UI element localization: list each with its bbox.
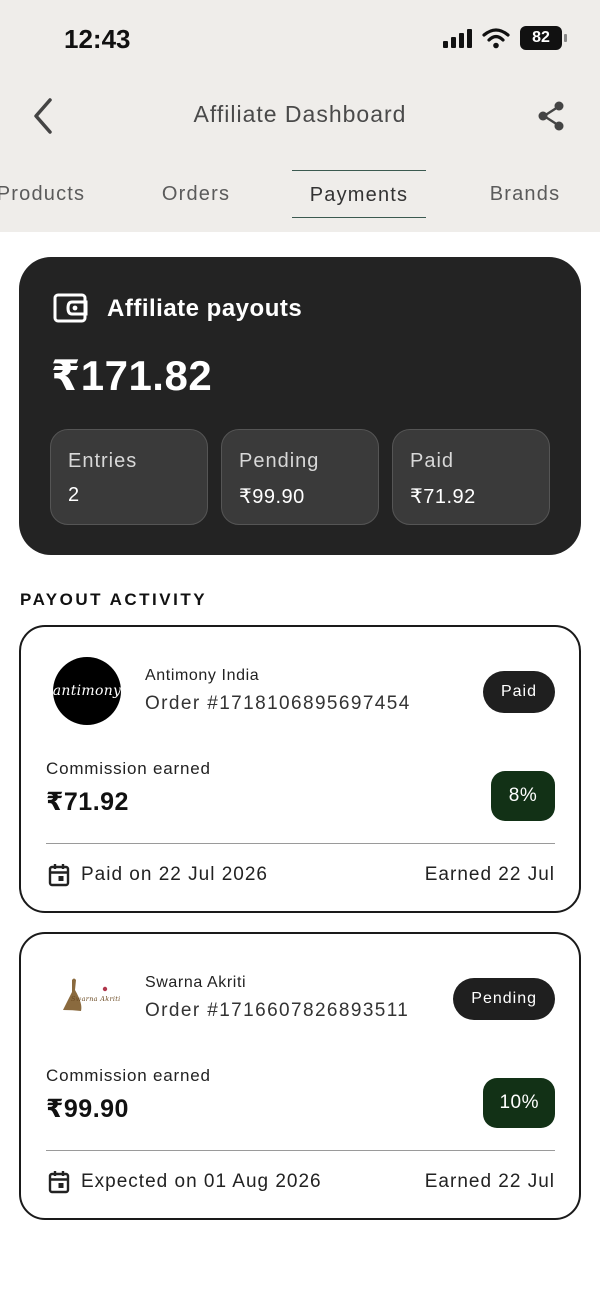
divider [46, 1150, 555, 1151]
commission-percent-badge: 10% [483, 1078, 555, 1128]
order-id: Order #1716607826893511 [145, 1000, 410, 1021]
brand-name: Antimony India [145, 667, 260, 684]
commission-value: ₹99.90 [46, 1095, 129, 1123]
payout-summary-card: Affiliate payouts ₹171.82 Entries 2 Pend… [19, 257, 581, 555]
battery-indicator: 82 [520, 26, 567, 50]
payout-activity-card[interactable]: antimony Antimony India Order #171810689… [19, 625, 581, 913]
status-icons: 82 [442, 26, 567, 50]
stat-pending: Pending ₹99.90 [221, 429, 379, 525]
brand-logo-text: antimony [53, 683, 121, 699]
tab-payments[interactable]: Payments [292, 170, 426, 218]
stat-value: ₹71.92 [410, 486, 476, 508]
cell-signal-icon [443, 29, 472, 48]
stat-label: Pending [239, 450, 320, 472]
payout-total: ₹171.82 [51, 352, 213, 399]
brand-logo-swarna-akriti: Swarna Akriti [53, 964, 121, 1032]
stat-value: ₹99.90 [239, 486, 305, 508]
commission-label: Commission earned [46, 759, 211, 778]
page-title: Affiliate Dashboard [193, 101, 407, 127]
tab-brands[interactable]: Brands [478, 170, 572, 218]
calendar-icon [48, 1171, 70, 1194]
tab-bar: Products Orders Payments Brands [0, 170, 600, 220]
stat-label: Paid [410, 450, 455, 472]
order-id: Order #1718106895697454 [145, 693, 411, 714]
brand-logo-antimony: antimony [53, 657, 121, 725]
payout-date: Expected on 01 Aug 2026 [81, 1171, 322, 1192]
payout-activity-card[interactable]: Swarna Akriti Swarna Akriti Order #17166… [19, 932, 581, 1220]
status-badge: Paid [482, 671, 555, 713]
calendar-icon [48, 864, 70, 887]
divider [46, 843, 555, 844]
brand-logo-text: Swarna Akriti [71, 995, 121, 1003]
section-title-payout-activity: PAYOUT ACTIVITY [20, 590, 208, 609]
commission-percent-badge: 8% [491, 771, 555, 821]
stat-value: 2 [68, 484, 80, 506]
payout-date: Paid on 22 Jul 2026 [81, 864, 268, 885]
share-icon [538, 101, 564, 131]
wifi-icon [482, 28, 510, 49]
earned-date: Earned 22 Jul [424, 864, 555, 885]
status-badge: Pending [453, 978, 555, 1020]
brand-name: Swarna Akriti [145, 974, 247, 991]
share-button[interactable] [536, 100, 566, 132]
stat-entries: Entries 2 [50, 429, 208, 525]
commission-label: Commission earned [46, 1066, 211, 1085]
status-time: 12:43 [64, 24, 131, 54]
payout-title: Affiliate payouts [107, 295, 303, 322]
stat-paid: Paid ₹71.92 [392, 429, 550, 525]
earned-date: Earned 22 Jul [424, 1171, 555, 1192]
tab-products[interactable]: Products [0, 170, 96, 218]
commission-value: ₹71.92 [46, 788, 129, 816]
tab-orders[interactable]: Orders [150, 170, 242, 218]
wallet-icon [53, 293, 88, 323]
top-area: 12:43 82 Affiliate Dashboard Products Or… [0, 0, 600, 232]
stat-label: Entries [68, 450, 138, 472]
